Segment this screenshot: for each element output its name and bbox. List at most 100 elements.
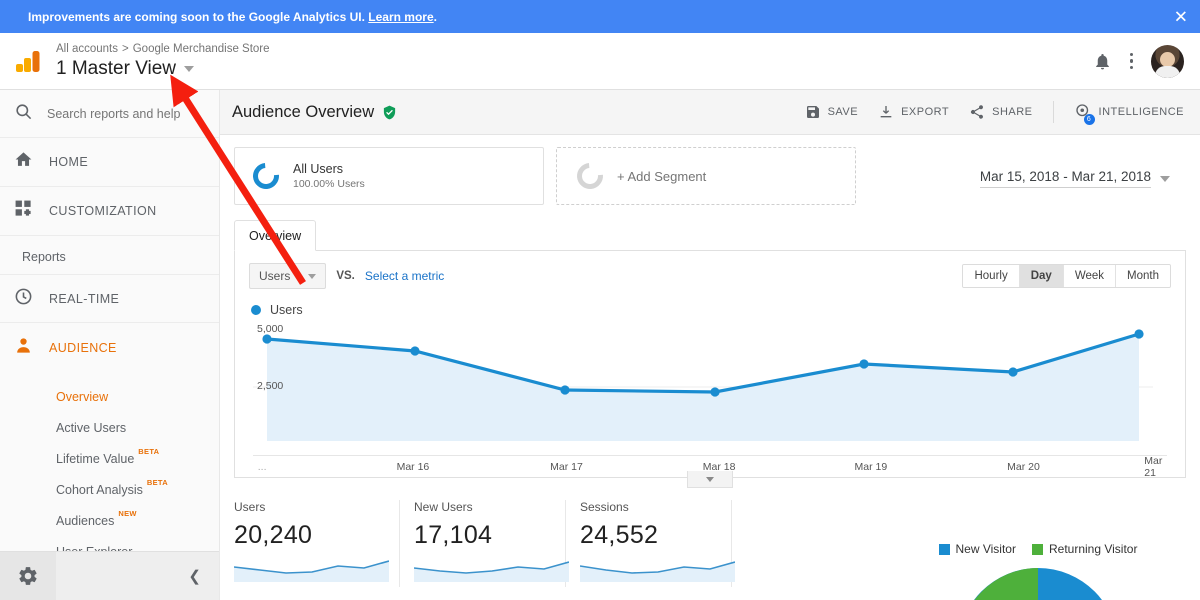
x-axis-ellipsis: ...: [258, 461, 267, 473]
segment-percentage: 100.00% Users: [293, 177, 365, 191]
sidebar-subitem-label: Audiences: [56, 514, 114, 528]
search-reports-row[interactable]: [0, 90, 219, 138]
google-analytics-page: Improvements are coming soon to the Goog…: [0, 0, 1200, 600]
beta-badge: BETA: [147, 478, 168, 487]
share-label: SHARE: [992, 106, 1032, 118]
sidebar-item-user-explorer[interactable]: User Explorer: [0, 536, 219, 551]
metric-selector[interactable]: Users: [249, 263, 326, 289]
metric-card-sessions[interactable]: Sessions 24,552: [566, 500, 732, 587]
metric-controls: Users VS. Select a metric Hourly Day Wee…: [235, 263, 1185, 289]
y-axis-tick-2500: 2,500: [257, 380, 283, 392]
granularity-week[interactable]: Week: [1064, 265, 1116, 287]
sidebar-item-label: AUDIENCE: [49, 341, 117, 355]
sidebar-item-lifetime-value[interactable]: Lifetime Value BETA: [0, 443, 219, 474]
x-axis-tick: Mar 17: [550, 461, 583, 473]
three-dots-icon[interactable]: [1130, 53, 1134, 70]
users-line-chart[interactable]: 5,000 2,500: [253, 323, 1167, 455]
date-range-label: Mar 15, 2018 - Mar 21, 2018: [980, 169, 1151, 188]
sidebar-subitem-label: Cohort Analysis: [56, 483, 143, 497]
add-segment-button[interactable]: + Add Segment: [556, 147, 856, 205]
sidebar-item-customization[interactable]: CUSTOMIZATION: [0, 187, 219, 236]
sidebar-item-overview[interactable]: Overview: [0, 381, 219, 412]
legend-label: Users: [270, 303, 303, 317]
app-header: All accounts>Google Merchandise Store 1 …: [0, 33, 1200, 90]
sidebar-item-audience[interactable]: AUDIENCE: [0, 323, 219, 372]
sidebar-item-active-users[interactable]: Active Users: [0, 412, 219, 443]
segment-ring-icon: [248, 158, 285, 195]
chart-collapse-handle[interactable]: [687, 471, 733, 488]
segment-bar: All Users 100.00% Users + Add Segment Ma…: [220, 135, 1200, 205]
chart-legend: Users: [235, 289, 1185, 317]
date-range-picker[interactable]: Mar 15, 2018 - Mar 21, 2018: [980, 169, 1186, 188]
sidebar-subitem-label: Active Users: [56, 421, 126, 435]
sidebar-item-home[interactable]: HOME: [0, 138, 219, 187]
granularity-day[interactable]: Day: [1020, 265, 1064, 287]
metric-card-new-users[interactable]: New Users 17,104: [400, 500, 566, 587]
main-content: Audience Overview SAVE EXPORT: [220, 90, 1200, 600]
google-analytics-logo[interactable]: [0, 47, 56, 75]
customization-icon: [14, 199, 33, 223]
intelligence-label: INTELLIGENCE: [1099, 106, 1184, 118]
header-actions: [1093, 45, 1200, 78]
search-icon: [14, 102, 33, 126]
y-axis-tick-5000: 5,000: [257, 323, 283, 335]
close-icon[interactable]: ✕: [1174, 8, 1188, 25]
verified-shield-icon: [382, 105, 397, 120]
x-axis-tick: Mar 19: [855, 461, 888, 473]
sparkline: [234, 554, 389, 582]
metric-card-users[interactable]: Users 20,240: [234, 500, 400, 587]
sidebar-item-audiences[interactable]: Audiences NEW: [0, 505, 219, 536]
sidebar-item-cohort-analysis[interactable]: Cohort Analysis BETA: [0, 474, 219, 505]
chevron-down-icon: [308, 274, 316, 279]
legend-color-swatch: [1032, 544, 1043, 555]
view-selector[interactable]: 1 Master View: [56, 57, 270, 81]
granularity-hourly[interactable]: Hourly: [963, 265, 1019, 287]
sidebar-subitem-label: Lifetime Value: [56, 452, 134, 466]
divider: [1053, 101, 1054, 123]
announcement-banner: Improvements are coming soon to the Goog…: [0, 0, 1200, 33]
breadcrumb-account[interactable]: All accounts: [56, 43, 118, 55]
pie-legend-returning-visitor[interactable]: Returning Visitor: [1032, 542, 1138, 556]
beta-badge: BETA: [138, 447, 159, 456]
legend-color-swatch: [251, 305, 261, 315]
pie-legend-new-visitor[interactable]: New Visitor: [939, 542, 1016, 556]
x-axis-tick: Mar 21: [1144, 455, 1162, 479]
gear-icon[interactable]: [0, 552, 56, 600]
breadcrumb-property[interactable]: Google Merchandise Store: [133, 43, 270, 55]
chevron-left-icon[interactable]: ❮: [188, 567, 201, 585]
add-segment-ring-icon: [572, 158, 609, 195]
person-icon: [14, 336, 33, 360]
granularity-month[interactable]: Month: [1116, 265, 1170, 287]
search-input[interactable]: [47, 107, 197, 121]
bell-icon[interactable]: [1093, 52, 1112, 71]
new-badge: NEW: [118, 509, 136, 518]
export-button[interactable]: EXPORT: [878, 104, 949, 120]
share-button[interactable]: SHARE: [969, 104, 1032, 120]
sparkline: [414, 554, 569, 582]
visitor-type-pie-chart[interactable]: New Visitor Returning Visitor 22.3%: [888, 542, 1188, 600]
account-selector[interactable]: All accounts>Google Merchandise Store 1 …: [56, 42, 270, 81]
metric-label: New Users: [414, 500, 553, 514]
tab-label: Overview: [249, 229, 301, 243]
select-a-metric-link[interactable]: Select a metric: [365, 269, 444, 283]
pie-legend-label: Returning Visitor: [1049, 542, 1138, 556]
banner-learn-more-link[interactable]: Learn more: [368, 10, 433, 24]
tab-overview[interactable]: Overview: [234, 220, 316, 251]
export-label: EXPORT: [901, 106, 949, 118]
x-axis-tick: Mar 16: [397, 461, 430, 473]
segment-all-users[interactable]: All Users 100.00% Users: [234, 147, 544, 205]
intelligence-button[interactable]: 6 INTELLIGENCE: [1074, 102, 1184, 123]
sidebar-item-real-time[interactable]: REAL-TIME: [0, 274, 219, 323]
breadcrumb: All accounts>Google Merchandise Store: [56, 42, 270, 57]
legend-color-swatch: [939, 544, 950, 555]
save-button[interactable]: SAVE: [805, 104, 859, 120]
pie-legend-label: New Visitor: [956, 542, 1016, 556]
banner-text-before: Improvements are coming soon to the Goog…: [28, 10, 368, 24]
pie-legend: New Visitor Returning Visitor: [888, 542, 1188, 556]
intelligence-badge: 6: [1084, 114, 1095, 125]
avatar[interactable]: [1151, 45, 1184, 78]
metric-selector-label: Users: [259, 269, 290, 283]
sidebar-item-label: REAL-TIME: [49, 292, 119, 306]
sparkline: [580, 554, 735, 582]
sidebar-subitem-label: Overview: [56, 390, 108, 404]
